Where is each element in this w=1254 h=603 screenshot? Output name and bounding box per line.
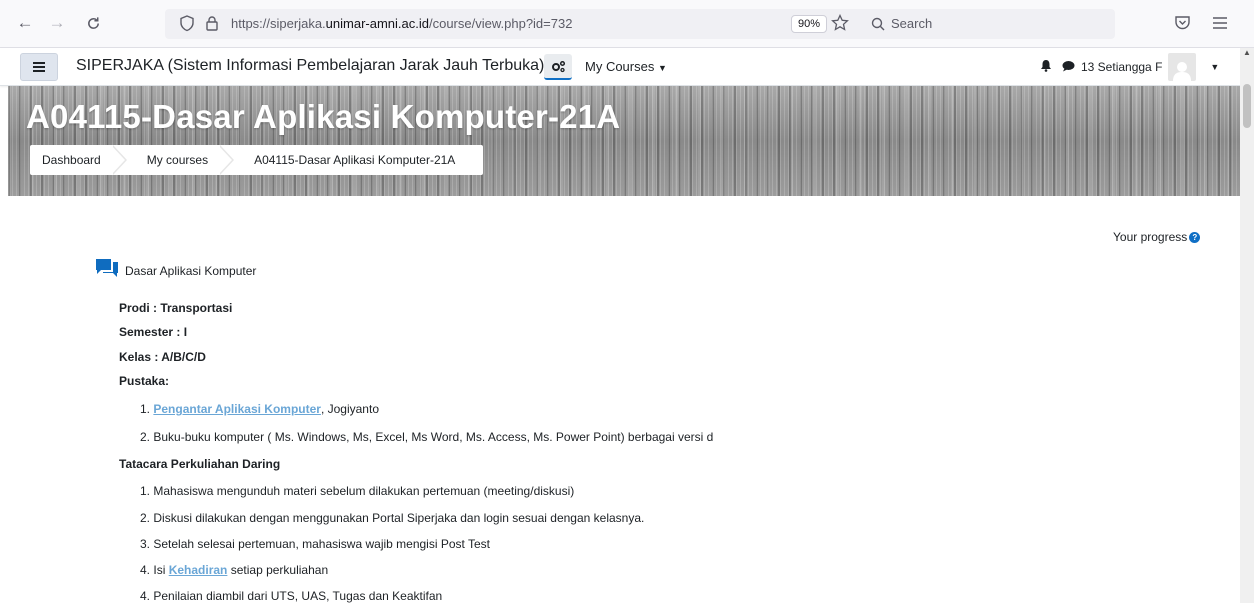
caret-down-icon: ▼ [657,63,667,73]
progress-label: Your progress ? [1113,230,1201,244]
list-number: 2. [140,430,151,444]
list-text: Diskusi dilakukan dengan menggunakan Por… [153,511,645,525]
user-caret-down-icon: ▼ [1210,62,1220,72]
avatar[interactable] [1168,53,1197,81]
list-item: 2. Diskusi dilakukan dengan menggunakan … [140,511,644,525]
list-item: 1. Pengantar Aplikasi Komputer, Jogiyant… [140,402,379,416]
list-text: Buku-buku komputer ( Ms. Windows, Ms, Ex… [153,430,714,444]
user-menu[interactable]: 13 Setiangga F ▼ [1040,53,1220,81]
list-text: Penilaian diambil dari UTS, UAS, Tugas d… [153,589,443,603]
search-icon [871,17,885,36]
list-item: 4. Penilaian diambil dari UTS, UAS, Tuga… [140,589,442,603]
kehadiran-link[interactable]: Kehadiran [169,563,228,577]
list-number: 2. [140,511,151,525]
forum-icon [95,257,119,284]
list-number: 1. [140,484,151,498]
list-text: Mahasiswa mengunduh materi sebelum dilak… [153,484,575,498]
forum-link[interactable]: Dasar Aplikasi Komputer [125,264,256,278]
list-item: 4. Isi Kehadiran setiap perkuliahan [140,563,328,577]
browser-toolbar: ← → https://siperjaka.unimar-amni.ac.id/… [0,0,1254,48]
bell-icon[interactable] [1040,59,1052,75]
course-header-banner: A04115-Dasar Aplikasi Komputer-21A Dashb… [8,86,1240,196]
list-text: Setelah selesai pertemuan, mahasiswa waj… [153,537,490,551]
list-number: 3. [140,537,151,551]
pengantar-aplikasi-link[interactable]: Pengantar Aplikasi Komputer [153,402,321,416]
pocket-icon[interactable] [1174,15,1191,36]
forum-activity[interactable]: Dasar Aplikasi Komputer [95,257,256,284]
list-number: 4. [140,563,151,577]
shield-icon[interactable] [179,15,195,37]
hamburger-icon [33,66,45,68]
forward-arrow-icon[interactable]: → [46,12,68,34]
reload-icon[interactable] [82,12,104,34]
page-title: A04115-Dasar Aplikasi Komputer-21A [26,98,621,135]
search-input[interactable]: Search [891,16,932,31]
lock-icon[interactable] [205,15,219,37]
list-number: 4. [140,589,151,603]
list-number: 1. [140,402,151,416]
list-text: , Jogiyanto [320,402,379,416]
breadcrumb-separator [110,145,129,175]
address-bar[interactable]: https://siperjaka.unimar-amni.ac.id/cour… [165,9,1115,39]
site-navbar: SIPERJAKA (Sistem Informasi Pembelajaran… [0,48,1240,86]
semester-text: Semester : I [119,325,188,339]
scroll-up-icon[interactable]: ▲ [1243,48,1251,57]
breadcrumb-my-courses[interactable]: My courses [129,145,222,175]
user-name[interactable]: 13 Setiangga F [1081,60,1162,74]
list-item: 3. Setelah selesai pertemuan, mahasiswa … [140,537,490,551]
breadcrumb-course[interactable]: A04115-Dasar Aplikasi Komputer-21A [236,145,469,175]
breadcrumb-dashboard[interactable]: Dashboard [30,145,115,175]
list-item: 1. Mahasiswa mengunduh materi sebelum di… [140,484,574,498]
message-bubble-icon[interactable] [1062,60,1075,75]
search-box[interactable]: Search [865,9,1115,39]
scroll-thumb[interactable] [1243,84,1251,128]
site-name-link[interactable]: SIPERJAKA (Sistem Informasi Pembelajaran… [76,57,544,75]
help-icon[interactable]: ? [1189,231,1201,243]
my-courses-menu[interactable]: My Courses ▼ [585,59,667,74]
list-text: Isi [153,563,169,577]
tatacara-heading: Tatacara Perkuliahan Daring [119,457,281,471]
drawer-toggle-button[interactable] [20,53,58,81]
cog-icon[interactable] [544,54,572,80]
zoom-level-badge[interactable]: 90% [791,15,828,33]
bookmark-star-icon[interactable] [831,13,849,37]
kelas-text: Kelas : A/B/C/D [119,350,206,364]
page-scrollbar[interactable]: ▲ [1240,48,1254,603]
progress-label-text: Your progress [1113,230,1188,244]
list-item: 2. Buku-buku komputer ( Ms. Windows, Ms,… [140,430,713,444]
pustaka-heading: Pustaka: [119,374,170,388]
prodi-text: Prodi : Transportasi [119,301,233,315]
back-arrow-icon[interactable]: ← [14,12,36,34]
breadcrumb-separator [218,145,236,175]
url-text[interactable]: https://siperjaka.unimar-amni.ac.id/cour… [231,16,572,31]
menu-icon[interactable] [1212,16,1228,35]
list-text: setiap perkuliahan [227,563,329,577]
breadcrumb: Dashboard My courses A04115-Dasar Aplika… [30,145,484,175]
